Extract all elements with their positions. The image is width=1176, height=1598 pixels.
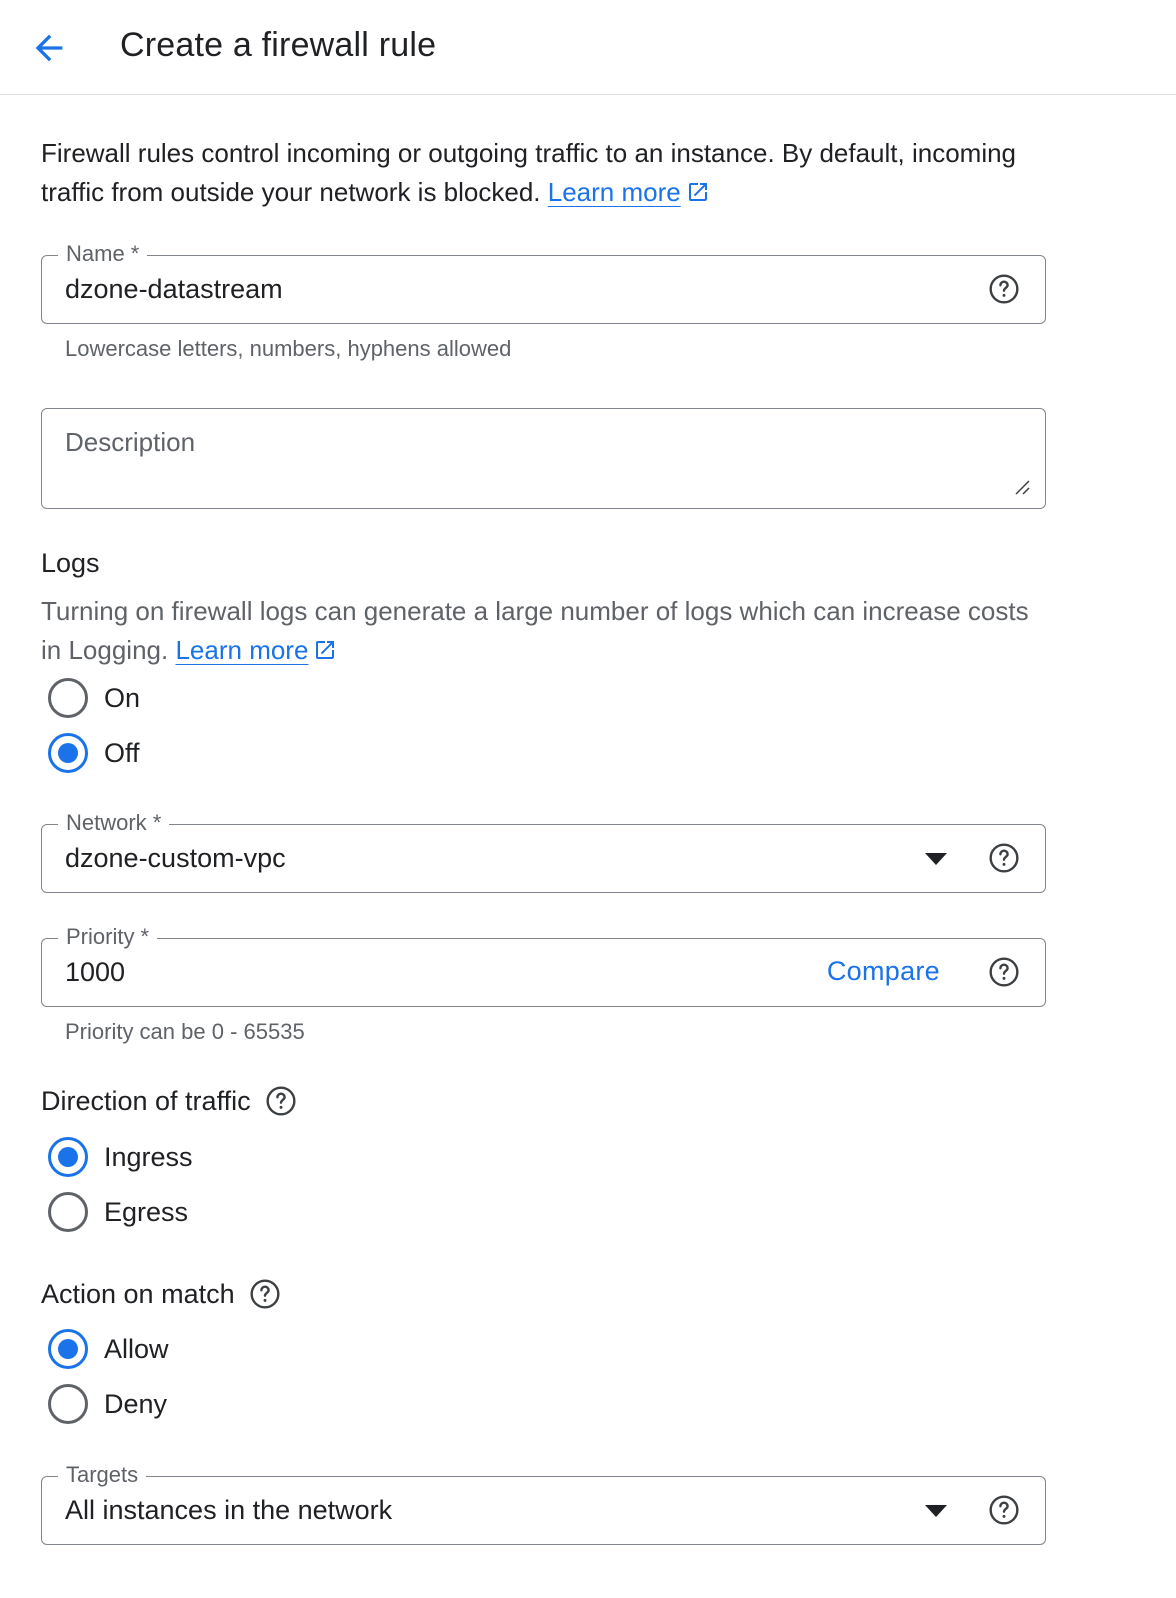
action-title-text: Action on match (41, 1278, 235, 1309)
back-button[interactable] (26, 25, 72, 71)
network-select[interactable]: Network * dzone-custom-vpc (41, 809, 1046, 893)
radio-button[interactable] (48, 1329, 88, 1369)
help-icon[interactable] (988, 273, 1020, 305)
radio-label: Egress (104, 1196, 189, 1227)
logs-radio-on[interactable]: On (48, 678, 140, 718)
radio-label: Deny (104, 1388, 168, 1419)
radio-button[interactable] (48, 1137, 88, 1177)
radio-label: Off (104, 737, 140, 768)
direction-radio-ingress[interactable]: Ingress (48, 1137, 193, 1177)
radio-button[interactable] (48, 678, 88, 718)
name-input[interactable]: dzone-datastream (65, 273, 283, 305)
radio-label: Ingress (104, 1141, 193, 1172)
dropdown-arrow-icon[interactable] (925, 1505, 947, 1519)
help-icon[interactable] (988, 956, 1020, 988)
help-icon[interactable] (988, 842, 1020, 874)
logs-learn-more-link[interactable]: Learn more (175, 635, 308, 665)
logs-title: Logs (41, 548, 100, 578)
open-in-new-icon[interactable] (686, 180, 710, 204)
priority-hint: Priority can be 0 - 65535 (65, 1019, 305, 1044)
help-icon[interactable] (988, 1494, 1020, 1526)
name-hint: Lowercase letters, numbers, hyphens allo… (65, 336, 512, 361)
network-value[interactable]: dzone-custom-vpc (65, 842, 286, 874)
page-title: Create a firewall rule (120, 26, 437, 64)
intro-text: Firewall rules control incoming or outgo… (41, 134, 1021, 212)
help-icon[interactable] (249, 1278, 281, 1310)
radio-button[interactable] (48, 1192, 88, 1232)
targets-value[interactable]: All instances in the network (65, 1494, 392, 1526)
logs-description: Turning on firewall logs can generate a … (41, 592, 1031, 670)
targets-field-label: Targets (58, 1461, 147, 1489)
action-title: Action on match (41, 1278, 281, 1310)
action-radio-allow[interactable]: Allow (48, 1329, 169, 1369)
radio-button[interactable] (48, 733, 88, 773)
targets-select[interactable]: Targets All instances in the network (41, 1461, 1046, 1545)
resize-handle-icon[interactable] (1013, 478, 1031, 496)
priority-field[interactable]: Priority * 1000 Compare (41, 923, 1046, 1007)
help-icon[interactable] (265, 1085, 297, 1117)
priority-field-label: Priority * (58, 923, 158, 951)
compare-button[interactable]: Compare (827, 956, 940, 987)
intro-description: Firewall rules control incoming or outgo… (41, 138, 1017, 207)
direction-title: Direction of traffic (41, 1085, 297, 1117)
name-field-label: Name * (58, 240, 148, 268)
radio-label: Allow (104, 1333, 169, 1364)
description-field[interactable]: Description (41, 408, 1046, 509)
open-in-new-icon[interactable] (313, 638, 337, 662)
action-radio-deny[interactable]: Deny (48, 1384, 167, 1424)
priority-input[interactable]: 1000 (65, 956, 125, 988)
radio-label: On (104, 682, 141, 713)
arrow-back-icon[interactable] (29, 28, 69, 68)
direction-title-text: Direction of traffic (41, 1085, 251, 1116)
network-field-label: Network * (58, 809, 170, 837)
radio-button[interactable] (48, 1384, 88, 1424)
intro-learn-more-link[interactable]: Learn more (548, 177, 681, 207)
name-field[interactable]: Name * dzone-datastream (41, 240, 1046, 324)
direction-radio-egress[interactable]: Egress (48, 1192, 188, 1232)
page-header: Create a firewall rule (0, 0, 1176, 95)
dropdown-arrow-icon[interactable] (925, 853, 947, 867)
logs-radio-off[interactable]: Off (48, 733, 140, 773)
description-input[interactable]: Description (65, 427, 195, 458)
